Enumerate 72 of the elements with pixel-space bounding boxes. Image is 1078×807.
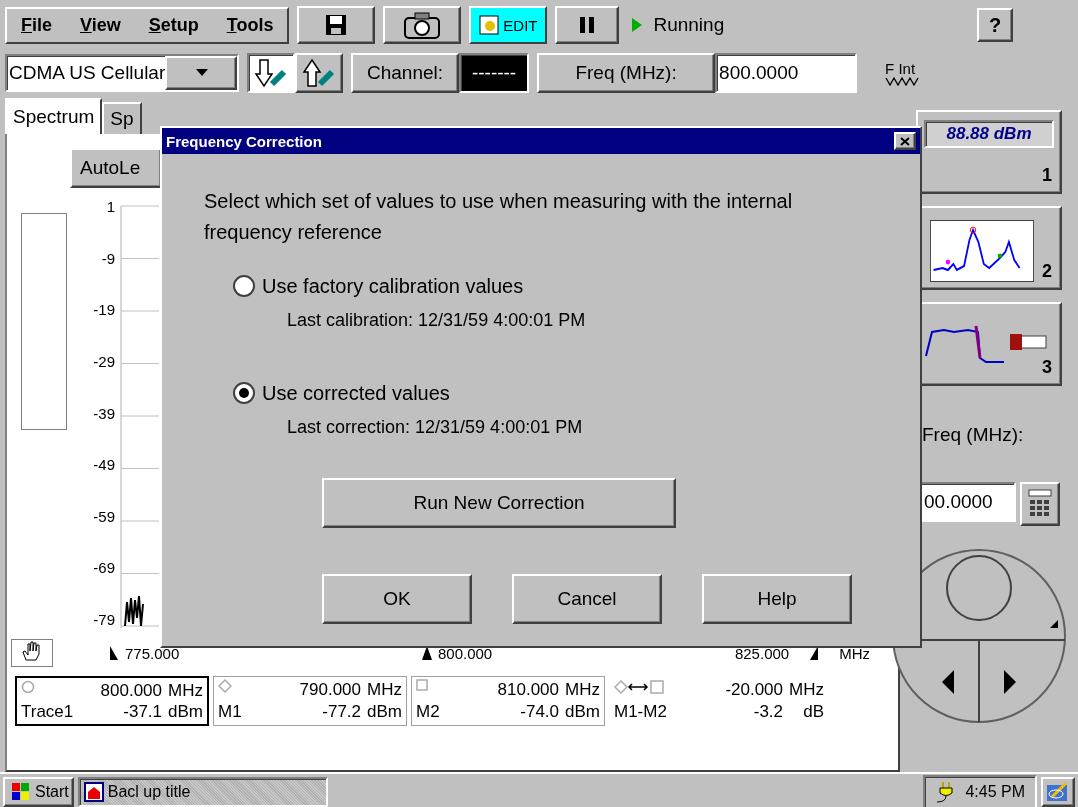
option-detail: Last correction: 12/31/59 4:00:01 PM	[287, 417, 584, 438]
marker-readout[interactable]: 790.000 MHz M1 -77.2 dBm	[213, 676, 407, 726]
channel-button[interactable]: Channel:	[351, 53, 460, 93]
button-number: 3	[1042, 357, 1052, 378]
axis-tick-label: 825.000	[734, 644, 790, 662]
frequency-button[interactable]: Freq (MHz):	[537, 53, 716, 93]
unit-label: dBm	[168, 701, 203, 722]
axis-tick-label: 800.000	[437, 644, 493, 662]
start-button[interactable]: Start	[3, 776, 74, 807]
marker-level: -37.1	[122, 701, 163, 722]
axis-tick-label: -19	[93, 301, 115, 319]
menu-item[interactable]: File	[21, 14, 52, 36]
frequency-field[interactable]: 800.0000	[715, 53, 858, 93]
axis-tick-label: -49	[93, 456, 115, 474]
dialog-button[interactable]: Cancel	[512, 574, 662, 624]
axis-tick-label: 1	[106, 198, 115, 215]
marker-readout[interactable]: 800.000 MHz Trace1 -37.1 dBm	[15, 676, 209, 726]
axis-tick-label: -9	[101, 249, 115, 267]
standard-dropdown[interactable]: CDMA US Cellular	[5, 54, 239, 92]
power-readout: 88.88 dBm	[924, 120, 1054, 148]
marker-frequency: -20.000	[724, 679, 784, 701]
frequency-label: Freq (MHz):	[921, 424, 1024, 446]
status-text: Running	[653, 14, 725, 36]
marker-level: -3.2	[752, 701, 784, 723]
marker-level: -77.2	[321, 701, 362, 723]
tab[interactable]: Spectrum	[5, 98, 103, 134]
menu-item[interactable]: View	[80, 14, 121, 36]
axis-unit-label: MHz	[839, 644, 870, 662]
help-button[interactable]: ?	[977, 8, 1013, 42]
marker-name: Trace1	[21, 701, 74, 722]
axis-tick-label: 775.000	[125, 644, 180, 662]
unit-label: dB	[802, 701, 824, 723]
edit-button[interactable]: EDIT	[469, 6, 548, 44]
button-number: 2	[1042, 261, 1052, 282]
axis-tick-label: -59	[93, 507, 115, 525]
menu-item[interactable]: Setup	[148, 14, 199, 36]
reference-label: F Int	[885, 60, 916, 76]
autolevel-button[interactable]: AutoLe	[70, 148, 162, 188]
dialog-message: Select which set of values to use when measuring with the internal frequency reference	[204, 189, 794, 245]
marker-frequency: 800.000	[99, 680, 163, 701]
axis-tick-label: -39	[93, 404, 115, 422]
measurement-button[interactable]: 88.88 dBm 1	[916, 110, 1062, 194]
taskbar-item[interactable]: Bacl up title	[77, 776, 328, 807]
marker-readout[interactable]: -20.000 MHz M1-M2 -3.2 dB	[609, 676, 829, 726]
menu-item[interactable]: Tools	[226, 14, 274, 36]
marker-readout[interactable]: 810.000 MHz M2 -74.0 dBm	[411, 676, 605, 726]
dialog-button[interactable]: OK	[322, 574, 472, 624]
unit-label: dBm	[367, 701, 402, 723]
run-correction-button[interactable]: Run New Correction	[322, 478, 676, 528]
option-detail: Last calibration: 12/31/59 4:00:01 PM	[287, 310, 587, 331]
unit-label: MHz	[789, 679, 824, 701]
unit-label: MHz	[565, 679, 600, 701]
unit-label: dBm	[565, 701, 600, 723]
marker-level: -74.0	[519, 701, 560, 723]
dialog-title: Frequency Correction	[166, 132, 323, 150]
clock: 4:45 PM	[965, 782, 1025, 801]
axis-tick-label: -69	[93, 559, 115, 577]
channel-field[interactable]: -------	[459, 53, 530, 93]
button-number: 1	[1042, 165, 1052, 186]
axis-tick-label: -29	[93, 352, 115, 370]
marker-name: M1-M2	[614, 701, 667, 723]
unit-label: MHz	[168, 680, 203, 701]
dialog-button[interactable]: Help	[702, 574, 852, 624]
marker-frequency: 810.000	[496, 679, 560, 701]
axis-tick-label: -79	[93, 611, 115, 628]
radio-option[interactable]: Use factory calibration values	[232, 274, 880, 298]
marker-name: M1	[218, 701, 242, 723]
marker-name: M2	[416, 701, 440, 723]
tab[interactable]: Sp	[102, 102, 142, 134]
marker-frequency: 790.000	[298, 679, 362, 701]
unit-label: MHz	[367, 679, 402, 701]
radio-option[interactable]: Use corrected values	[232, 381, 880, 405]
